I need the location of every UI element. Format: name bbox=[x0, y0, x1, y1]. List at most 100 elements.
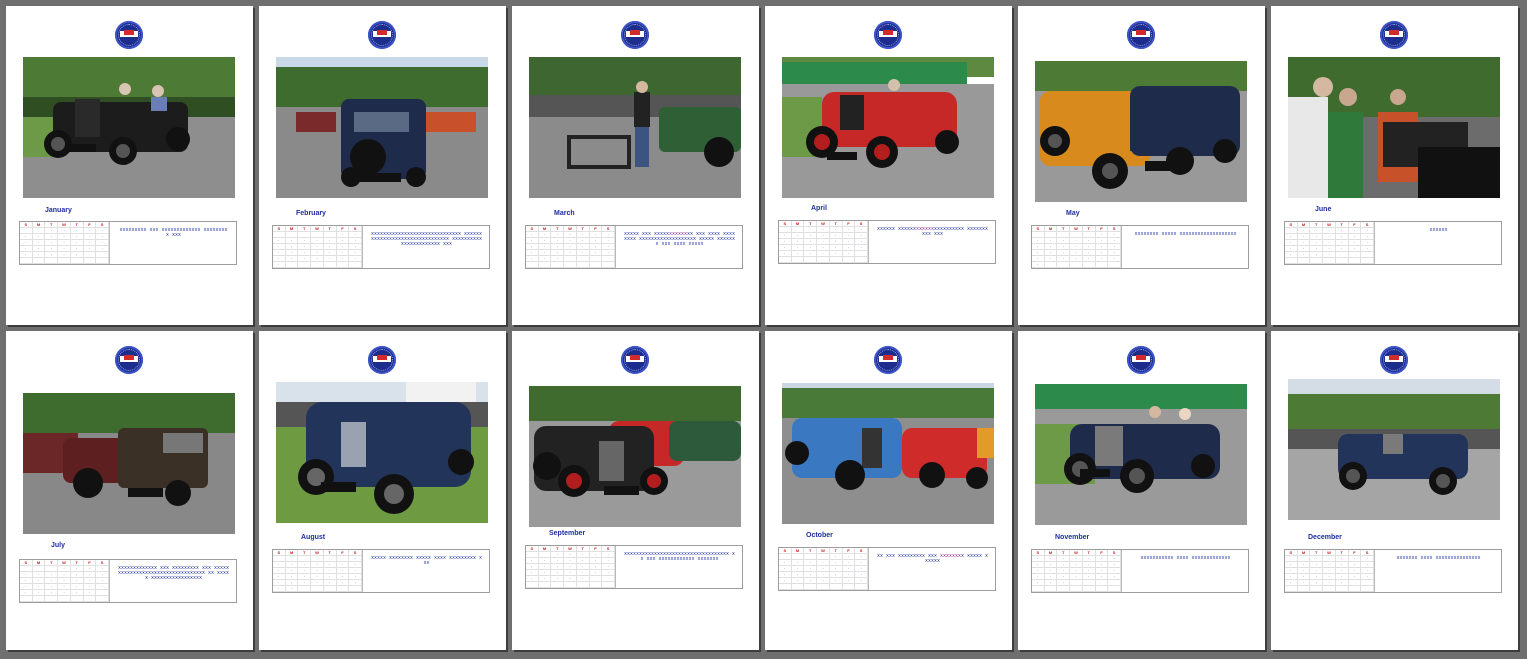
notes-text: xxxxxx xxxxxxxxxxxxxxxxxxxxxx xxxxxxxxxx… bbox=[876, 227, 989, 237]
month-name: January bbox=[45, 207, 72, 214]
notes-text: xxxxxxxxx xxx xxxxxxxxxxxxx xxxxxxxx x x… bbox=[119, 228, 228, 238]
calendar-block: S M T W T F S · · · · · · · · · · · · · · · · · · · · · · · · · · · · · · · x… bbox=[1284, 221, 1502, 265]
calendar-page-may[interactable]: May S M T W T F S · · · · · · · · · · · · · · · · · · · · · · · · · · · · ·… bbox=[1018, 6, 1265, 325]
day-cell bbox=[1070, 262, 1083, 268]
day-cell bbox=[1082, 586, 1096, 592]
december-car-photo bbox=[1288, 379, 1500, 520]
day-cell bbox=[589, 262, 603, 268]
month-name: May bbox=[1066, 210, 1080, 217]
month-name: March bbox=[554, 210, 575, 217]
day-cell bbox=[1361, 586, 1374, 592]
day-cell bbox=[311, 262, 324, 268]
calendar-block: S M T W T F S · · · · · · · · · · · · · · · · · · · · · · · · · · · · · · · x… bbox=[525, 225, 743, 269]
notes-text: xxxxxxxxxxx xxxx xxxxxxxxxxxxx bbox=[1140, 556, 1231, 561]
day-cell bbox=[526, 582, 539, 588]
calendar-page-december[interactable]: December S M T W T F S · · · · · · · · · · · · · · · · · · · · · · · ·… bbox=[1271, 331, 1518, 650]
club-logo-icon bbox=[115, 346, 143, 374]
day-cell bbox=[564, 262, 577, 268]
may-car-photo bbox=[1035, 61, 1247, 202]
day-cell bbox=[1108, 586, 1121, 592]
month-name: June bbox=[1315, 206, 1332, 213]
month-name: April bbox=[811, 205, 827, 212]
month-name: November bbox=[1055, 534, 1090, 541]
calendar-page-june[interactable]: June S M T W T F S · · · · · · · · · · · · · · · · · · · · · · · · · · · ·… bbox=[1271, 6, 1518, 325]
day-cell bbox=[1285, 258, 1298, 264]
day-cell bbox=[1057, 262, 1071, 268]
day-cell bbox=[58, 258, 71, 264]
day-cell bbox=[1095, 586, 1109, 592]
day-cell bbox=[1310, 586, 1324, 592]
day-cell bbox=[20, 258, 33, 264]
club-logo-icon bbox=[621, 346, 649, 374]
day-cell bbox=[1070, 586, 1083, 592]
calendar-page-march[interactable]: March S M T W T F S · · · · · · · · · · · · · · · · · · · · · · · · · · ·… bbox=[512, 6, 759, 325]
day-cell bbox=[96, 258, 109, 264]
september-car-photo bbox=[529, 386, 741, 527]
day-cell bbox=[32, 596, 46, 602]
calendar-page-april[interactable]: April S M T W T F S · · · · · · · · · · · · · · · · · · · · · · · · · · ·… bbox=[765, 6, 1012, 325]
day-cell: · bbox=[273, 262, 286, 268]
day-cell bbox=[1323, 258, 1336, 264]
day-cell bbox=[779, 257, 792, 263]
day-cell bbox=[323, 586, 337, 592]
july-car-photo bbox=[23, 393, 235, 534]
day-cell bbox=[1297, 258, 1311, 264]
calendar-block: S M T W T F S · · · · · · · · · · · · · · · · · · · · · · · · · · · · · · · x… bbox=[1284, 549, 1502, 593]
calendar-block: S M T W T F S · · · · · · · · · · · · · · · · · · · · · · · · · · · · · · · x… bbox=[272, 549, 490, 593]
calendar-page-february[interactable]: February S M T W T F S · · · · · · · · · · · · · · · · · · · · · · · ·… bbox=[259, 6, 506, 325]
day-cell bbox=[855, 584, 868, 590]
day-cell bbox=[1348, 258, 1362, 264]
day-cell bbox=[1310, 258, 1324, 264]
day-grid: S M T W T F S · · · · · · · · · · · · · · · · · · · · · · · · · · · · · · · bbox=[273, 226, 363, 268]
day-cell bbox=[349, 262, 362, 268]
calendar-block: S M T W T F S · · · · · · · · · · · · · · · · · · · · · · · · · · · · · · · x… bbox=[1031, 225, 1249, 269]
calendar-block: S M T W T F S · · · · · · · · · · · · · · · · · · · · · · · · · · · · · · · x… bbox=[19, 221, 237, 265]
month-name: December bbox=[1308, 534, 1342, 541]
day-cell bbox=[564, 582, 577, 588]
day-cell bbox=[20, 596, 33, 602]
club-logo-icon bbox=[874, 346, 902, 374]
day-cell bbox=[1057, 586, 1071, 592]
day-cell bbox=[298, 586, 312, 592]
notes-text: xxxxx xxx xxxxxxxxxxxxx xxx xxxx xxxxxxx… bbox=[623, 232, 736, 247]
day-grid: S M T W T F S · · · · · · · · · · · · · · · · · · · · · · · · · · · · · · · bbox=[1032, 226, 1122, 268]
november-car-photo bbox=[1035, 384, 1247, 525]
day-cell bbox=[1044, 262, 1058, 268]
day-cell bbox=[804, 257, 818, 263]
march-car-photo bbox=[529, 57, 741, 198]
day-cell bbox=[1323, 586, 1336, 592]
calendar-page-july[interactable]: July S M T W T F S · · · · · · · · · · · · · · · · · · · · · · · · · · · ·… bbox=[6, 331, 253, 650]
calendar-page-october[interactable]: October S M T W T F S · · · · · · · · · · · · · · · · · · · · · · · · ·… bbox=[765, 331, 1012, 650]
day-cell bbox=[817, 584, 830, 590]
day-cell: · bbox=[273, 586, 286, 592]
club-logo-icon bbox=[874, 21, 902, 49]
day-cell bbox=[791, 584, 805, 590]
notes-text: xxxxxxxxxxxxxxxxxxxxxxxxxxxxxx xxxxxxxxx… bbox=[370, 232, 483, 247]
notes-text: xxxxx xxxxxxxx xxxxx xxxx xxxxxxxxx xxx bbox=[370, 556, 483, 566]
day-cell bbox=[70, 596, 84, 602]
day-cell bbox=[576, 262, 590, 268]
calendar-page-november[interactable]: November S M T W T F S · · · · · · · · · · · · · · · · · · · · · · · ·… bbox=[1018, 331, 1265, 650]
day-cell bbox=[96, 596, 109, 602]
day-cell bbox=[45, 258, 59, 264]
day-cell bbox=[1297, 586, 1311, 592]
day-cell bbox=[298, 262, 312, 268]
day-cell bbox=[855, 257, 868, 263]
april-car-photo bbox=[782, 57, 994, 198]
month-name: February bbox=[296, 210, 326, 217]
day-cell bbox=[829, 257, 843, 263]
day-cell bbox=[1095, 262, 1109, 268]
day-cell bbox=[1285, 586, 1298, 592]
calendar-page-january[interactable]: January S M T W T F S · · · · · · · · · · · · · · · · · · · · · · · · ·… bbox=[6, 6, 253, 325]
club-logo-icon bbox=[368, 346, 396, 374]
calendar-page-august[interactable]: August S M T W T F S · · · · · · · · · · · · · · · · · · · · · · · · · ·… bbox=[259, 331, 506, 650]
day-cell bbox=[589, 582, 603, 588]
notes-text: xxxxxxx xxxx xxxxxxxxxxxxxxx bbox=[1396, 556, 1481, 561]
day-cell bbox=[311, 586, 324, 592]
calendar-page-september[interactable]: September S M T W T F S · · · · · · · · · · · · · · · · · · · · · · ·… bbox=[512, 331, 759, 650]
day-grid: S M T W T F S · · · · · · · · · · · · · · · · · · · · · · · · · · · · · · · bbox=[526, 226, 616, 268]
notes-text: xxxxxxxxxxxxxxxxxxxxxxxxxxxxxxxxxxx xx x… bbox=[623, 552, 736, 562]
club-logo-icon bbox=[1380, 346, 1408, 374]
august-car-photo bbox=[276, 382, 488, 523]
day-cell bbox=[1108, 262, 1121, 268]
